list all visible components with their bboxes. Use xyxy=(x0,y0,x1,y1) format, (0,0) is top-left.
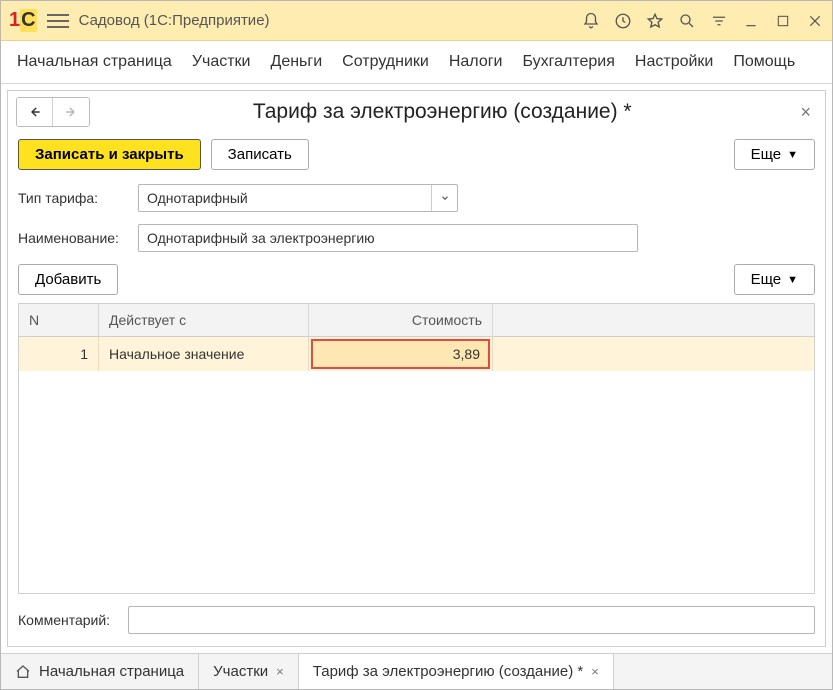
tab-close-icon[interactable]: × xyxy=(276,664,284,679)
minimize-icon[interactable] xyxy=(742,12,760,30)
tab-home[interactable]: Начальная страница xyxy=(1,654,199,689)
filter-icon[interactable] xyxy=(710,12,728,30)
menu-plots[interactable]: Участки xyxy=(192,53,251,71)
menu-staff[interactable]: Сотрудники xyxy=(342,53,429,71)
tab-close-icon[interactable]: × xyxy=(591,664,599,679)
tab-plots[interactable]: Участки × xyxy=(199,654,299,689)
tariff-type-value: Однотарифный xyxy=(139,190,431,206)
chevron-down-icon: ▼ xyxy=(787,274,798,286)
maximize-icon[interactable] xyxy=(774,12,792,30)
save-button[interactable]: Записать xyxy=(211,139,309,170)
more-label: Еще xyxy=(751,271,782,288)
menu-tax[interactable]: Налоги xyxy=(449,53,503,71)
add-button[interactable]: Добавить xyxy=(18,264,118,295)
nav-forward-button[interactable] xyxy=(53,98,89,126)
menu-home[interactable]: Начальная страница xyxy=(17,53,172,71)
more-button[interactable]: Еще ▼ xyxy=(734,139,815,170)
menu-help[interactable]: Помощь xyxy=(733,53,795,71)
save-close-button[interactable]: Записать и закрыть xyxy=(18,139,201,170)
menu-settings[interactable]: Настройки xyxy=(635,53,713,71)
window-title: Садовод (1С:Предприятие) xyxy=(79,12,270,29)
row-comment: Комментарий: xyxy=(8,594,825,646)
more-label: Еще xyxy=(751,146,782,163)
tab-label: Начальная страница xyxy=(39,663,184,680)
tab-tariff[interactable]: Тариф за электроэнергию (создание) * × xyxy=(299,654,614,689)
nav-buttons xyxy=(16,97,90,127)
cell-cost[interactable]: 3,89 xyxy=(309,337,493,371)
search-icon[interactable] xyxy=(678,12,696,30)
grid-more-button[interactable]: Еще ▼ xyxy=(734,264,815,295)
app-logo: 1С xyxy=(9,9,37,32)
bell-icon[interactable] xyxy=(582,12,600,30)
row-name: Наименование: Однотарифный за электроэне… xyxy=(8,220,825,260)
toolbar: Записать и закрыть Записать Еще ▼ xyxy=(8,131,825,180)
star-icon[interactable] xyxy=(646,12,664,30)
grid-header: N Действует с Стоимость xyxy=(19,304,814,337)
page-title: Тариф за электроэнергию (создание) * xyxy=(90,100,794,124)
nav-back-button[interactable] xyxy=(17,98,53,126)
content-area: Тариф за электроэнергию (создание) * × З… xyxy=(7,90,826,647)
col-header-spacer xyxy=(493,304,814,336)
cell-spacer xyxy=(493,337,814,371)
cost-editor[interactable]: 3,89 xyxy=(311,339,490,369)
home-icon xyxy=(15,664,31,680)
titlebar: 1С Садовод (1С:Предприятие) xyxy=(1,1,832,41)
close-icon[interactable] xyxy=(806,12,824,30)
grid-toolbar: Добавить Еще ▼ xyxy=(8,260,825,303)
col-header-effective[interactable]: Действует с xyxy=(99,304,309,336)
table-row[interactable]: 1 Начальное значение 3,89 xyxy=(19,337,814,371)
main-menu: Начальная страница Участки Деньги Сотруд… xyxy=(1,41,832,84)
tariff-type-select[interactable]: Однотарифный xyxy=(138,184,458,212)
comment-label: Комментарий: xyxy=(18,612,118,628)
history-icon[interactable] xyxy=(614,12,632,30)
comment-input[interactable] xyxy=(128,606,815,634)
chevron-down-icon[interactable] xyxy=(431,185,457,211)
name-value: Однотарифный за электроэнергию xyxy=(139,230,637,246)
tariff-grid: N Действует с Стоимость 1 Начальное знач… xyxy=(18,303,815,594)
menu-money[interactable]: Деньги xyxy=(270,53,322,71)
page-close-button[interactable]: × xyxy=(794,98,817,127)
name-field[interactable]: Однотарифный за электроэнергию xyxy=(138,224,638,252)
row-tariff-type: Тип тарифа: Однотарифный xyxy=(8,180,825,220)
tariff-type-label: Тип тарифа: xyxy=(18,190,128,206)
cell-effective: Начальное значение xyxy=(99,337,309,371)
tab-label: Участки xyxy=(213,663,268,680)
page-header: Тариф за электроэнергию (создание) * × xyxy=(8,91,825,131)
hamburger-icon[interactable] xyxy=(47,14,69,28)
chevron-down-icon: ▼ xyxy=(787,149,798,161)
name-label: Наименование: xyxy=(18,230,128,246)
col-header-n[interactable]: N xyxy=(19,304,99,336)
menu-accounting[interactable]: Бухгалтерия xyxy=(522,53,614,71)
tab-label: Тариф за электроэнергию (создание) * xyxy=(313,663,584,680)
window-tabs: Начальная страница Участки × Тариф за эл… xyxy=(1,653,832,689)
cell-n: 1 xyxy=(19,337,99,371)
col-header-cost[interactable]: Стоимость xyxy=(309,304,493,336)
